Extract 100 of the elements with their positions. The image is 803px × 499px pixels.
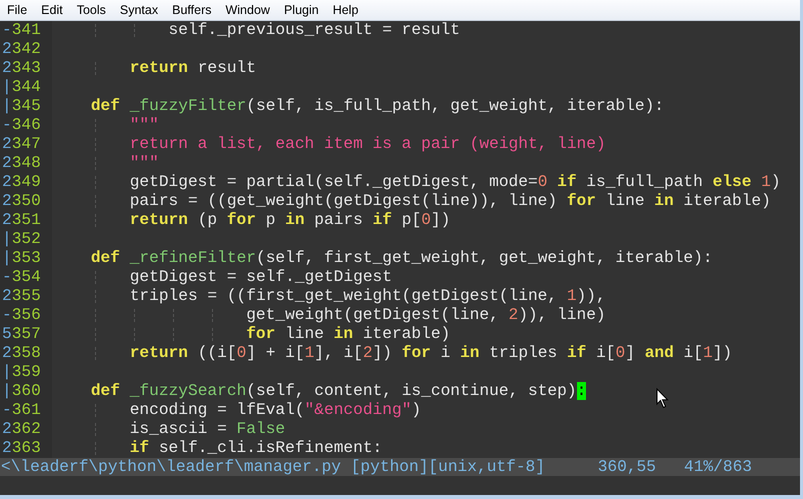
fold-marker: 2 xyxy=(2,420,12,438)
line-number: 350 xyxy=(12,192,41,210)
line-number: 347 xyxy=(12,135,41,153)
line-number: 359 xyxy=(12,363,41,381)
line-number: 341 xyxy=(12,21,41,39)
line-number: 353 xyxy=(12,249,41,267)
menu-item[interactable]: Plugin xyxy=(278,2,325,18)
code-line: """ xyxy=(130,116,159,135)
fold-marker: 2 xyxy=(2,59,12,77)
fold-marker: - xyxy=(2,401,12,419)
fold-marker: | xyxy=(2,78,12,96)
indent-guide xyxy=(95,62,96,75)
fold-marker: - xyxy=(2,268,12,286)
code-line: return result xyxy=(130,59,256,78)
line-number: 348 xyxy=(12,154,41,172)
indent-guide xyxy=(95,423,96,436)
cursor-position: 360,55 xyxy=(598,458,656,476)
indent-guide xyxy=(95,119,96,132)
indent-guide xyxy=(95,157,96,170)
menu-item[interactable]: File xyxy=(1,2,34,18)
indent-guide xyxy=(95,214,96,227)
fold-marker: - xyxy=(2,116,12,134)
indent-guide xyxy=(134,328,136,341)
line-number: 355 xyxy=(12,287,41,305)
line-number: 362 xyxy=(12,420,41,438)
line-number: 358 xyxy=(12,344,41,362)
code-line: return (p for p in pairs if p[0]) xyxy=(130,211,450,230)
fold-marker: 2 xyxy=(2,40,12,58)
menu-item[interactable]: Buffers xyxy=(166,2,218,18)
code-line: self._previous_result = result xyxy=(168,21,460,40)
indent-guide xyxy=(95,309,96,322)
code-line: return a list, each item is a pair (weight, line) xyxy=(130,135,606,154)
fold-marker: | xyxy=(2,363,12,381)
menu-item[interactable]: Edit xyxy=(35,2,69,18)
indent-guide xyxy=(212,309,213,322)
indent-guide xyxy=(95,271,96,284)
fold-marker: - xyxy=(2,306,12,324)
code-line: getDigest = partial(self._getDigest, mode=0 if is_full_path else 1) xyxy=(130,173,781,192)
fold-marker: | xyxy=(2,382,12,400)
indent-guide xyxy=(134,309,136,322)
fold-marker: 2 xyxy=(2,211,12,229)
code-line: triples = ((first_get_weight(getDigest(line, 1)), xyxy=(130,287,606,306)
fold-marker: 2 xyxy=(2,439,12,457)
fold-marker: | xyxy=(2,97,12,115)
line-number: 354 xyxy=(12,268,41,286)
menu-item[interactable]: Tools xyxy=(70,2,112,18)
indent-guide xyxy=(172,328,174,341)
fold-marker: - xyxy=(2,21,12,39)
indent-guide xyxy=(95,328,96,341)
code-line: """ xyxy=(130,154,159,173)
fold-marker: 2 xyxy=(2,344,12,362)
code-line: return ((i[0] + i[1], i[2]) for i in triples if i[0] and i[1]) xyxy=(130,344,732,363)
code-line: getDigest = self._getDigest xyxy=(130,268,392,287)
code-line: is_ascii = False xyxy=(130,420,286,439)
fold-marker: 2 xyxy=(2,192,12,210)
line-number: 351 xyxy=(12,211,41,229)
line-number: 346 xyxy=(12,116,41,134)
line-number: 343 xyxy=(12,59,41,77)
code-line: for line in iterable) xyxy=(246,325,450,344)
indent-guide xyxy=(172,309,174,322)
line-number: 356 xyxy=(12,306,41,324)
mouse-pointer-icon xyxy=(656,388,669,409)
code-line: pairs = ((get_weight(getDigest(line)), line) for line in iterable) xyxy=(130,192,771,211)
indent-guide xyxy=(95,290,96,303)
line-number: 349 xyxy=(12,173,41,191)
fold-marker: 2 xyxy=(2,287,12,305)
code-line: encoding = lfEval("&encoding") xyxy=(130,401,422,420)
indent-guide xyxy=(95,347,96,360)
file-percent: 41%/863 xyxy=(684,458,752,476)
code-line: if self._cli.isRefinement: xyxy=(130,439,382,458)
indent-guide xyxy=(95,176,96,189)
code-line: def _refineFilter(self, first_get_weight, get_weight, iterable): xyxy=(90,249,713,268)
indent-guide xyxy=(212,328,213,341)
file-path: <\leaderf\python\leaderf\manager.py [python][unix,utf-8] xyxy=(1,458,545,476)
code-line: def _fuzzyFilter(self, is_full_path, get_weight, iterable): xyxy=(90,97,664,116)
line-number: 357 xyxy=(12,325,41,343)
indent-guide xyxy=(95,195,96,208)
indent-guide xyxy=(95,24,96,37)
line-number: 352 xyxy=(12,230,41,248)
menu-item[interactable]: Window xyxy=(219,2,276,18)
line-number: 363 xyxy=(12,439,41,457)
fold-marker: | xyxy=(2,230,12,248)
fold-marker: | xyxy=(2,249,12,267)
indent-guide xyxy=(95,404,96,417)
indent-guide xyxy=(134,24,136,37)
menu-item[interactable]: Help xyxy=(326,2,364,18)
indent-guide xyxy=(95,138,96,151)
line-number: 361 xyxy=(12,401,41,419)
fold-marker: 5 xyxy=(2,325,12,343)
fold-marker: 2 xyxy=(2,173,12,191)
code-line: get_weight(getDigest(line, 2)), line) xyxy=(246,306,606,325)
line-number: 345 xyxy=(12,97,41,115)
menu-item[interactable]: Syntax xyxy=(114,2,164,18)
fold-marker: 2 xyxy=(2,154,12,172)
line-number: 344 xyxy=(12,78,41,96)
indent-guide xyxy=(95,442,96,455)
fold-marker: 2 xyxy=(2,135,12,153)
code-line: def _fuzzySearch(self, content, is_continue, step): xyxy=(90,382,586,401)
line-number: 360 xyxy=(12,382,41,400)
line-number: 342 xyxy=(12,40,41,58)
